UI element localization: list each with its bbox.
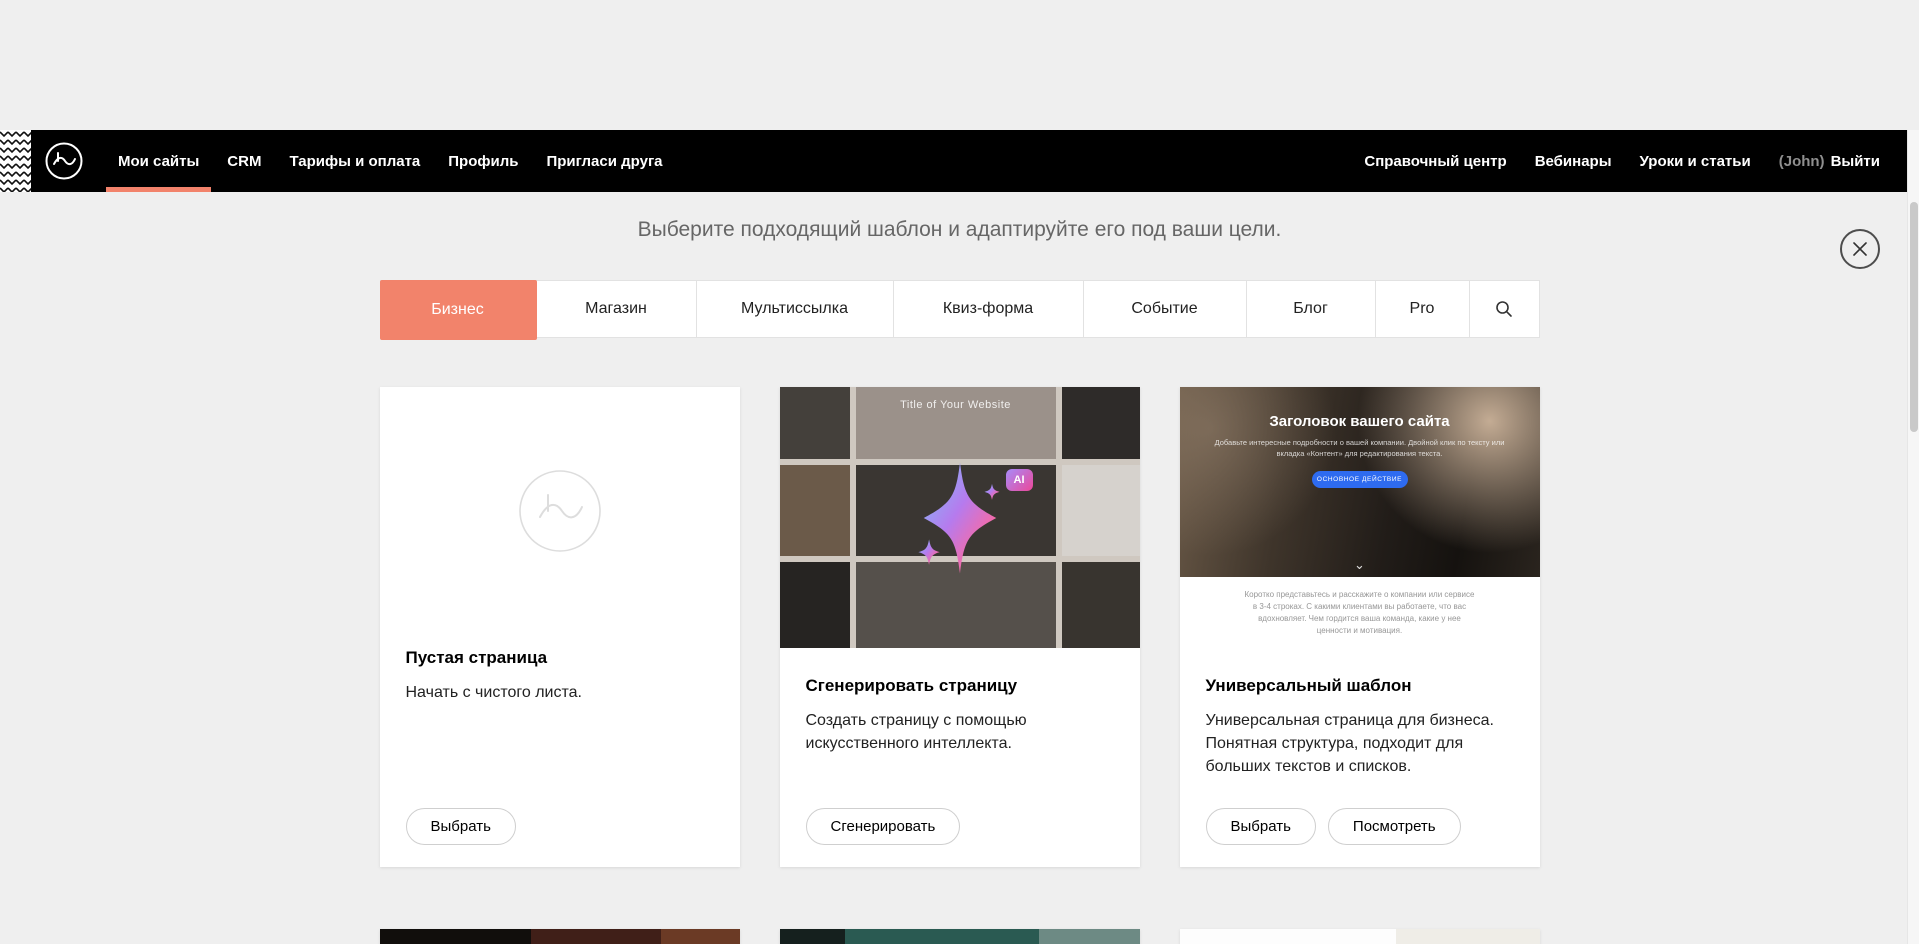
card-title: Пустая страница [406,648,714,668]
card-description: Создать страницу с помощью искусственног… [806,709,1114,755]
card-description: Универсальная страница для бизнеса. Поня… [1206,709,1514,779]
ai-sparkle-icon [896,454,1024,582]
tilda-logo-icon[interactable] [44,141,84,181]
nav-crm[interactable]: CRM [213,130,275,192]
template-category-tabs: Бизнес Магазин Мультиссылка Квиз-форма С… [380,280,1540,338]
close-button[interactable] [1840,229,1880,269]
search-tab[interactable] [1470,281,1539,337]
generate-button[interactable]: Сгенерировать [806,808,961,845]
new-page-dialog: Новая страница Выберите подходящий шабло… [0,130,1919,944]
tab-pro[interactable]: Pro [1376,281,1470,337]
tab-multilink[interactable]: Мультиссылка [697,281,894,337]
scrollbar[interactable] [1907,130,1919,944]
preview-cta-button: основное действие [1312,471,1408,488]
zigzag-pattern-icon [0,130,31,192]
ai-badge: AI [1006,469,1033,491]
nav-webinars[interactable]: Вебинары [1521,130,1626,192]
collage-photo: Title of Your Website [856,387,1056,459]
preview-heading: Заголовок вашего сайта [1180,387,1540,430]
scrollbar-thumb[interactable] [1910,202,1918,432]
nav-lessons[interactable]: Уроки и статьи [1626,130,1765,192]
template-preview-hero: Заголовок вашего сайта Добавьте интересн… [1180,387,1540,577]
preview-body-text: Коротко представьтесь и расскажите о ком… [1244,589,1474,637]
card-universal-template[interactable]: Заголовок вашего сайта Добавьте интересн… [1180,387,1540,867]
template-card-partial[interactable] [1180,929,1540,944]
tab-blog[interactable]: Блог [1247,281,1376,337]
collage-photo [1062,465,1140,556]
select-button[interactable]: Выбрать [406,808,516,845]
card-description: Начать с чистого листа. [406,681,714,704]
nav-pricing[interactable]: Тарифы и оплата [275,130,434,192]
template-grid-row-2 [380,929,1540,944]
template-preview-body: Коротко представьтесь и расскажите о ком… [1180,577,1540,648]
tab-business[interactable]: Бизнес [380,280,537,340]
chevron-down-icon: ⌄ [1354,558,1365,571]
collage-photo [1062,387,1140,459]
template-preview: Заголовок вашего сайта Добавьте интересн… [1180,387,1540,648]
tab-event[interactable]: Событие [1084,281,1247,337]
card-title: Универсальный шаблон [1206,676,1514,696]
template-card-partial[interactable] [780,929,1140,944]
nav-profile[interactable]: Профиль [434,130,532,192]
card-ai-generate[interactable]: Title of Your Website [780,387,1140,867]
template-grid: Пустая страница Начать с чистого листа. … [380,387,1540,867]
tilda-watermark-icon [518,469,602,553]
tab-store[interactable]: Магазин [537,281,697,337]
top-navbar: Мои сайты CRM Тарифы и оплата Профиль Пр… [0,130,1919,192]
select-button[interactable]: Выбрать [1206,808,1316,845]
preview-button[interactable]: Посмотреть [1328,808,1461,845]
collage-photo [780,562,850,648]
nav-invite-friend[interactable]: Пригласи друга [532,130,676,192]
main-nav: Мои сайты CRM Тарифы и оплата Профиль Пр… [104,130,677,192]
collage-photo [1062,562,1140,648]
nav-help-center[interactable]: Справочный центр [1350,130,1520,192]
card-blank-page[interactable]: Пустая страница Начать с чистого листа. … [380,387,740,867]
page-subtitle: Выберите подходящий шаблон и адаптируйте… [0,218,1919,242]
preview-subtext: Добавьте интересные подробности о вашей … [1208,437,1510,460]
collage-photo [780,387,850,459]
nav-my-sites[interactable]: Мои сайты [104,130,213,192]
secondary-nav: Справочный центр Вебинары Уроки и статьи… [1350,130,1880,192]
tab-quiz-form[interactable]: Квиз-форма [894,281,1084,337]
logout-label: Выйти [1831,153,1880,170]
card-title: Сгенерировать страницу [806,676,1114,696]
nav-logout[interactable]: (John) Выйти [1765,130,1880,192]
collage-site-title: Title of Your Website [856,399,1056,411]
search-icon [1495,300,1513,318]
template-card-partial[interactable] [380,929,740,944]
ai-collage-preview: Title of Your Website [780,387,1140,648]
user-name: (John) [1779,153,1825,170]
collage-photo [780,465,850,556]
